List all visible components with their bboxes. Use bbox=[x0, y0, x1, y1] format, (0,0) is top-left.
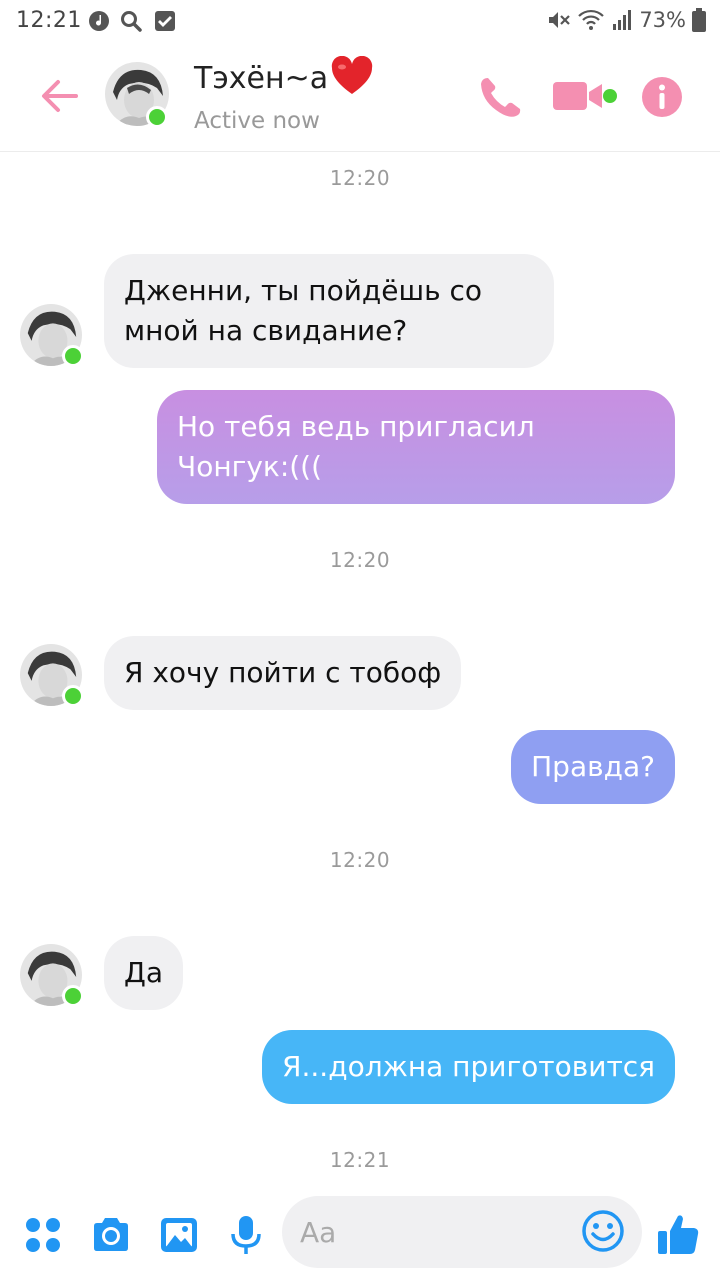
arrow-left-icon[interactable] bbox=[38, 74, 82, 118]
video-active-dot bbox=[603, 89, 617, 103]
status-time: 12:21 bbox=[16, 8, 82, 33]
online-indicator bbox=[62, 345, 84, 367]
message-input[interactable]: Aa bbox=[282, 1196, 642, 1268]
message-text-line: мной на свидание? bbox=[124, 314, 408, 347]
input-placeholder: Aa bbox=[300, 1216, 337, 1249]
camera-icon[interactable] bbox=[90, 1214, 132, 1256]
microphone-icon[interactable] bbox=[225, 1214, 267, 1256]
phone-icon[interactable] bbox=[476, 74, 524, 122]
checkbox-icon bbox=[155, 11, 175, 31]
timestamp: 12:21 bbox=[329, 1148, 391, 1172]
message-text: Я хочу пойти с тобоф bbox=[124, 656, 442, 689]
heart-icon bbox=[331, 56, 373, 94]
timestamp: 12:20 bbox=[329, 848, 391, 872]
message-composer: Aa bbox=[0, 1190, 720, 1280]
message-text: Да bbox=[124, 956, 164, 989]
search-icon bbox=[121, 11, 142, 32]
battery-icon bbox=[692, 8, 706, 32]
signal-icon bbox=[613, 10, 632, 30]
message-bubble-outgoing[interactable]: Я...должна приготовится bbox=[262, 1030, 675, 1104]
mute-icon bbox=[549, 12, 571, 28]
contact-name: Тэхён~а bbox=[194, 61, 329, 96]
smiley-icon[interactable] bbox=[582, 1210, 624, 1252]
online-indicator bbox=[62, 985, 84, 1007]
message-text-line: Но тебя ведь пригласил bbox=[177, 410, 535, 443]
info-icon[interactable] bbox=[641, 76, 683, 118]
four-dots-icon[interactable] bbox=[22, 1214, 64, 1256]
timestamp: 12:20 bbox=[329, 166, 391, 190]
timestamp: 12:20 bbox=[329, 548, 391, 572]
message-text: Я...должна приготовится bbox=[282, 1050, 655, 1083]
message-text-line: Дженни, ты пойдёшь со bbox=[124, 274, 483, 307]
video-camera-icon[interactable] bbox=[552, 78, 604, 114]
status-right: 73% bbox=[547, 8, 706, 32]
contact-name-row[interactable]: Тэхён~а bbox=[194, 56, 374, 96]
status-bar: 12:21 73% bbox=[0, 0, 720, 44]
online-indicator bbox=[146, 106, 168, 128]
message-bubble-outgoing[interactable]: Но тебя ведь пригласил Чонгук:((( bbox=[157, 390, 675, 504]
chat-header: Тэхён~а Active now bbox=[0, 44, 720, 152]
message-text: Правда? bbox=[531, 750, 655, 783]
image-icon[interactable] bbox=[158, 1214, 200, 1256]
message-bubble-incoming[interactable]: Дженни, ты пойдёшь со мной на свидание? bbox=[104, 254, 554, 368]
music-note-icon bbox=[89, 11, 109, 31]
thumbs-up-icon[interactable] bbox=[656, 1212, 700, 1256]
message-bubble-incoming[interactable]: Я хочу пойти с тобоф bbox=[104, 636, 462, 710]
battery-percent: 73% bbox=[639, 8, 686, 32]
wifi-icon bbox=[578, 9, 605, 30]
online-indicator bbox=[62, 685, 84, 707]
contact-status: Active now bbox=[194, 108, 320, 134]
message-bubble-outgoing[interactable]: Правда? bbox=[511, 730, 675, 804]
message-bubble-incoming[interactable]: Да bbox=[104, 936, 184, 1010]
message-text-line: Чонгук:((( bbox=[177, 450, 323, 483]
